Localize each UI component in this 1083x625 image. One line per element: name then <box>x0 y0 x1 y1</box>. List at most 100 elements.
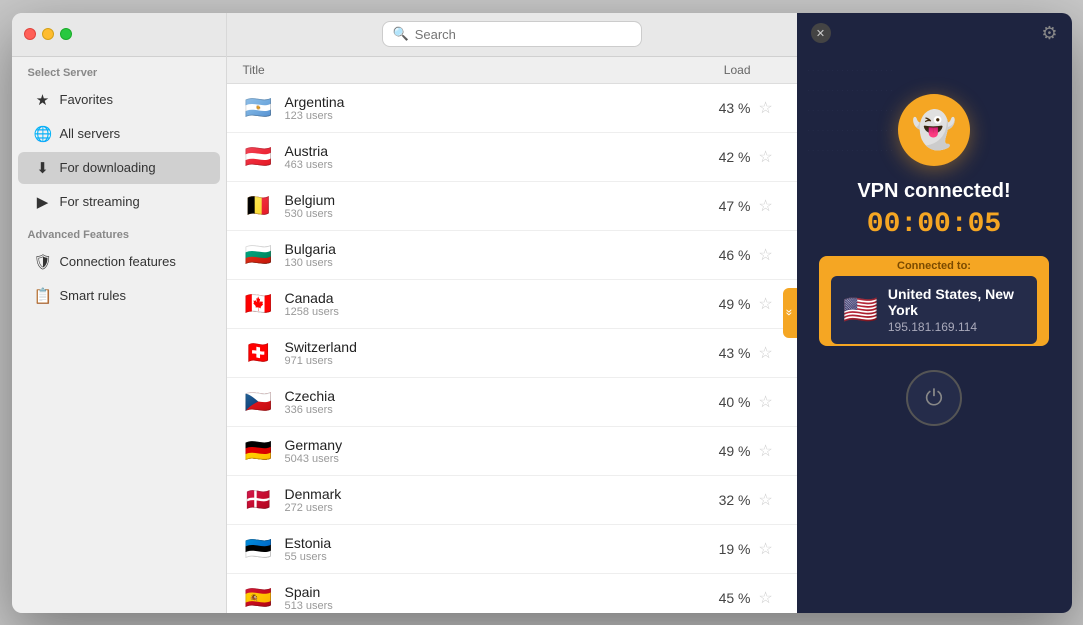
server-load: 40 % <box>691 394 751 410</box>
favorite-star-button[interactable]: ☆ <box>751 147 781 167</box>
server-users: 130 users <box>285 257 691 269</box>
vpn-status-text: VPN connected! <box>857 180 1010 203</box>
country-flag: 🇪🇪 <box>243 533 275 565</box>
col-load-header: Load <box>671 63 751 77</box>
favorite-star-button[interactable]: ☆ <box>751 588 781 608</box>
server-load: 42 % <box>691 149 751 165</box>
server-load: 45 % <box>691 590 751 606</box>
table-row[interactable]: 🇩🇪 Germany 5043 users 49 % ☆ <box>227 427 797 476</box>
connected-box: Connected to: 🇺🇸 United States, New York… <box>819 256 1049 346</box>
ghost-icon: 👻 <box>912 109 957 151</box>
table-row[interactable]: 🇪🇸 Spain 513 users 45 % ☆ <box>227 574 797 613</box>
star-icon: ★ <box>34 91 52 109</box>
favorite-star-button[interactable]: ☆ <box>751 294 781 314</box>
connected-country-name: United States, New York <box>888 286 1025 318</box>
table-row[interactable]: 🇨🇭 Switzerland 971 users 43 % ☆ <box>227 329 797 378</box>
table-row[interactable]: 🇦🇹 Austria 463 users 42 % ☆ <box>227 133 797 182</box>
server-users: 123 users <box>285 110 691 122</box>
server-load: 43 % <box>691 345 751 361</box>
minimize-button[interactable] <box>42 28 54 40</box>
main-toolbar: 🔍 <box>227 13 797 57</box>
table-row[interactable]: 🇧🇬 Bulgaria 130 users 46 % ☆ <box>227 231 797 280</box>
sidebar-item-all-servers[interactable]: 🌐 All servers <box>18 118 220 150</box>
table-row[interactable]: 🇪🇪 Estonia 55 users 19 % ☆ <box>227 525 797 574</box>
server-users: 463 users <box>285 159 691 171</box>
select-server-label: Select Server <box>12 57 226 83</box>
favorite-star-button[interactable]: ☆ <box>751 392 781 412</box>
main-content: 🔍 Title Load 🇦🇷 Argentina 123 users 43 %… <box>227 13 797 613</box>
svg-text:· · · · · · · · · · · · · · ·: · · · · · · · · · · · · · · · · · · <box>807 66 893 75</box>
connected-ip-address: 195.181.169.114 <box>888 320 1025 334</box>
sidebar-item-favorites[interactable]: ★ Favorites <box>18 84 220 116</box>
server-load: 49 % <box>691 296 751 312</box>
server-load: 43 % <box>691 100 751 116</box>
table-row[interactable]: 🇩🇰 Denmark 272 users 32 % ☆ <box>227 476 797 525</box>
server-load: 32 % <box>691 492 751 508</box>
server-load: 49 % <box>691 443 751 459</box>
search-input[interactable] <box>415 27 631 42</box>
favorite-star-button[interactable]: ☆ <box>751 245 781 265</box>
server-info: Belgium 530 users <box>285 192 691 220</box>
server-users: 336 users <box>285 404 691 416</box>
favorite-star-button[interactable]: ☆ <box>751 196 781 216</box>
connected-details: United States, New York 195.181.169.114 <box>888 286 1025 334</box>
sidebar-item-for-streaming[interactable]: ▶ For streaming <box>18 186 220 218</box>
table-header: Title Load <box>227 57 797 84</box>
server-name: Canada <box>285 290 691 306</box>
server-name: Switzerland <box>285 339 691 355</box>
close-button[interactable] <box>24 28 36 40</box>
app-window: Select Server ★ Favorites 🌐 All servers … <box>12 13 1072 613</box>
server-users: 530 users <box>285 208 691 220</box>
table-row[interactable]: 🇦🇷 Argentina 123 users 43 % ☆ <box>227 84 797 133</box>
favorite-star-button[interactable]: ☆ <box>751 343 781 363</box>
connected-country-flag: 🇺🇸 <box>843 292 878 328</box>
collapse-tab[interactable]: » <box>783 288 797 338</box>
search-bar[interactable]: 🔍 <box>382 21 642 47</box>
svg-text:· · · · · · · · · · · · · · ·: · · · · · · · · · · · · · · · · · · <box>807 106 893 115</box>
sidebar-item-connection-features[interactable]: 🛡 Connection features <box>18 246 220 278</box>
server-users: 272 users <box>285 502 691 514</box>
maximize-button[interactable] <box>60 28 72 40</box>
play-icon: ▶ <box>34 193 52 211</box>
power-button[interactable]: ⏻ <box>906 370 962 426</box>
right-panel: ✕ ⚙ · · · · · · · · · · · · · · · · · · … <box>797 13 1072 613</box>
sidebar-item-smart-rules[interactable]: 📋 Smart rules <box>18 280 220 312</box>
power-icon: ⏻ <box>925 385 942 411</box>
country-flag: 🇦🇷 <box>243 92 275 124</box>
search-icon: 🔍 <box>393 26 409 42</box>
server-users: 513 users <box>285 600 691 612</box>
globe-icon: 🌐 <box>34 125 52 143</box>
table-row[interactable]: 🇧🇪 Belgium 530 users 47 % ☆ <box>227 182 797 231</box>
server-name: Estonia <box>285 535 691 551</box>
table-row[interactable]: 🇨🇦 Canada 1258 users 49 % ☆ <box>227 280 797 329</box>
rules-icon: 📋 <box>34 287 52 305</box>
server-info: Argentina 123 users <box>285 94 691 122</box>
server-name: Germany <box>285 437 691 453</box>
server-info: Bulgaria 130 users <box>285 241 691 269</box>
country-flag: 🇪🇸 <box>243 582 275 613</box>
server-info: Austria 463 users <box>285 143 691 171</box>
favorite-star-button[interactable]: ☆ <box>751 539 781 559</box>
sidebar-item-for-streaming-label: For streaming <box>60 194 140 209</box>
country-flag: 🇨🇿 <box>243 386 275 418</box>
server-name: Belgium <box>285 192 691 208</box>
server-info: Czechia 336 users <box>285 388 691 416</box>
server-name: Bulgaria <box>285 241 691 257</box>
sidebar-item-favorites-label: Favorites <box>60 92 113 107</box>
server-load: 47 % <box>691 198 751 214</box>
download-icon: ⬇ <box>34 159 52 177</box>
table-row[interactable]: 🇨🇿 Czechia 336 users 40 % ☆ <box>227 378 797 427</box>
server-info: Switzerland 971 users <box>285 339 691 367</box>
favorite-star-button[interactable]: ☆ <box>751 490 781 510</box>
server-list: 🇦🇷 Argentina 123 users 43 % ☆ 🇦🇹 Austria… <box>227 84 797 613</box>
sidebar-item-for-downloading[interactable]: ⬇ For downloading <box>18 152 220 184</box>
favorite-star-button[interactable]: ☆ <box>751 441 781 461</box>
sidebar-item-all-servers-label: All servers <box>60 126 121 141</box>
favorite-star-button[interactable]: ☆ <box>751 98 781 118</box>
server-users: 55 users <box>285 551 691 563</box>
country-flag: 🇧🇬 <box>243 239 275 271</box>
server-info: Germany 5043 users <box>285 437 691 465</box>
country-flag: 🇦🇹 <box>243 141 275 173</box>
server-users: 971 users <box>285 355 691 367</box>
connected-info: 🇺🇸 United States, New York 195.181.169.1… <box>831 276 1037 344</box>
